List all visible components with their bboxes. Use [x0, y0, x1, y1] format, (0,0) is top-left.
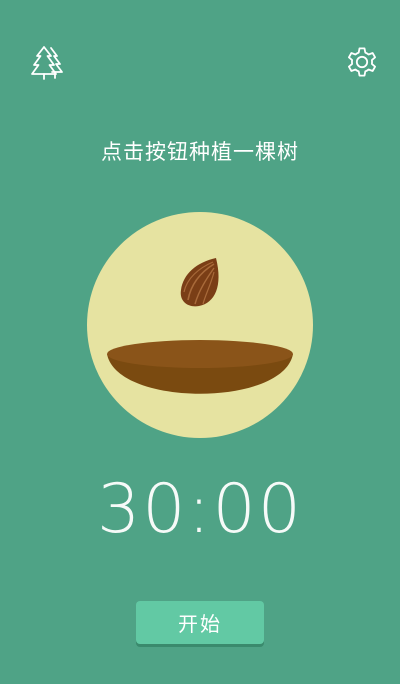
plant-illustration[interactable]	[87, 212, 313, 438]
settings-button[interactable]	[342, 42, 382, 82]
forest-button[interactable]	[28, 42, 68, 82]
start-button[interactable]: 开始	[136, 601, 264, 644]
forest-icon	[31, 46, 63, 80]
gear-icon	[348, 47, 376, 77]
instruction-text: 点击按钮种植一棵树	[101, 140, 299, 164]
background-circle	[87, 212, 313, 438]
app-screen: 点击按钮种植一棵树 30:00 开始	[0, 0, 400, 684]
countdown-timer: 30:00	[97, 470, 303, 549]
